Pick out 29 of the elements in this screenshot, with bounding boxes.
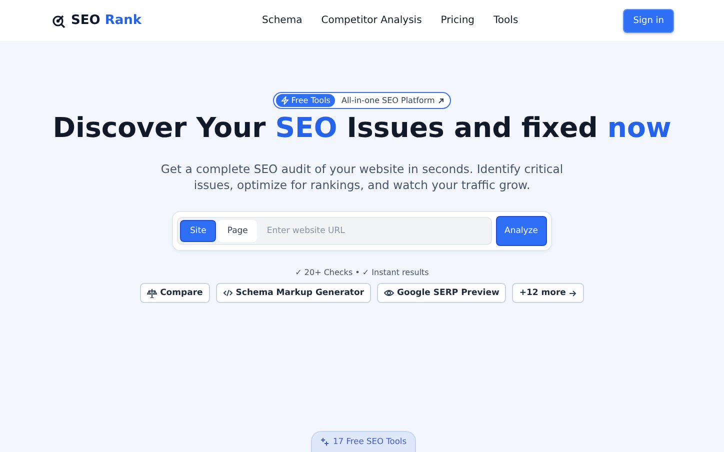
badge-text: All-in-one SEO Platform (341, 96, 435, 105)
nav-link[interactable]: Pricing (440, 15, 475, 26)
nav-link[interactable]: Schema (262, 15, 302, 26)
eye-icon (384, 288, 394, 298)
tool-chip[interactable]: Google SERP Preview (377, 283, 506, 303)
tool-chip[interactable]: +12 more (512, 283, 584, 303)
url-field[interactable]: Site Page Enter website URL (177, 217, 492, 245)
hero-title: Discover Your SEO Issues and fixed now (52, 112, 672, 144)
mode-tab[interactable]: Site (180, 220, 216, 242)
mode-tab[interactable]: Page (218, 220, 257, 242)
logo-icon (52, 14, 66, 28)
brand-name: SEO Rank (71, 13, 142, 28)
hero-subtitle: Get a complete SEO audit of your website in seconds. Identify critical issues, optimize for rankings, and watch your traffic grow. (160, 161, 564, 193)
lightning-icon (281, 96, 290, 105)
platform-badge[interactable]: Free Tools All-in-one SEO Platform (273, 92, 451, 109)
arrow-icon (438, 98, 444, 104)
nav-link[interactable]: Competitor Analysis (321, 15, 422, 26)
arrow-icon (568, 290, 577, 296)
scale-icon (147, 288, 158, 298)
checks-text: ✓ 20+ Checks • ✓ Instant results (295, 268, 429, 277)
analyze-button[interactable]: Analyze (496, 216, 547, 246)
code-icon (222, 288, 233, 298)
sign-in-button[interactable]: Sign in (623, 8, 674, 32)
nav-link[interactable]: Tools (494, 15, 518, 26)
tool-chip[interactable]: Compare (140, 283, 210, 303)
tool-chip[interactable]: Schema Markup Generator (216, 283, 372, 303)
free-tools-pill[interactable]: 17 Free SEO Tools (311, 431, 416, 452)
pill-label: 17 Free SEO Tools (333, 436, 407, 446)
sparkle-icon (320, 436, 329, 446)
